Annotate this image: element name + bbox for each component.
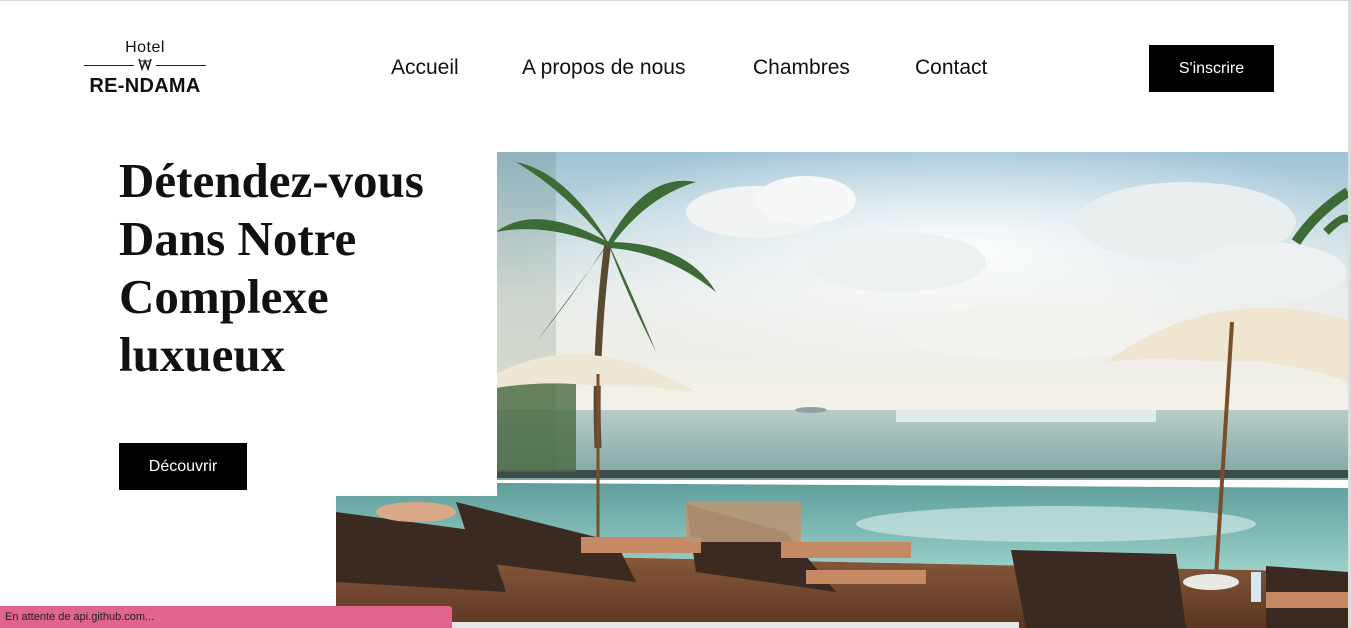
logo-small-text: Hotel (125, 39, 165, 56)
discover-button[interactable]: Découvrir (119, 443, 247, 490)
hotel-logo[interactable]: Hotel RE-NDAMA (76, 39, 214, 99)
signup-button[interactable]: S'inscrire (1149, 45, 1274, 92)
browser-status-bar: En attente de api.github.com... (0, 606, 452, 628)
hero-title-line: luxueux (119, 327, 286, 382)
nav-link-accueil[interactable]: Accueil (391, 56, 459, 80)
logo-big-text: RE-NDAMA (89, 75, 201, 97)
hero-title: Détendez-vous Dans Notre Complexe luxueu… (119, 152, 479, 384)
nav-link-a-propos[interactable]: A propos de nous (522, 56, 685, 80)
hero-title-line: Détendez-vous (119, 153, 424, 208)
nav-link-contact[interactable]: Contact (915, 56, 987, 80)
logo-rule-left (84, 65, 134, 66)
horizontal-scrollbar[interactable] (452, 622, 1019, 628)
hero-title-line: Complexe (119, 269, 329, 324)
window-top-border (0, 0, 1351, 1)
crest-icon (138, 58, 152, 71)
nav-link-chambres[interactable]: Chambres (753, 56, 850, 80)
logo-rule-right (156, 65, 206, 66)
hero-title-line: Dans Notre (119, 211, 357, 266)
